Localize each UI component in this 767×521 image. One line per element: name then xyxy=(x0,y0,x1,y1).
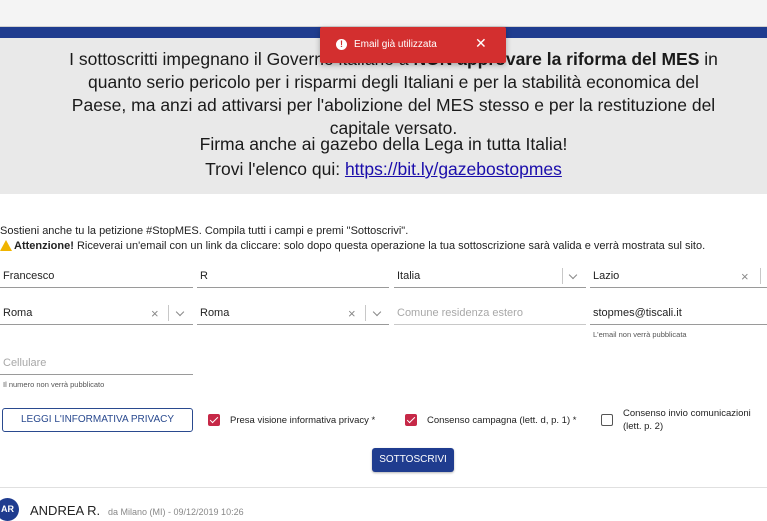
top-bar xyxy=(0,0,767,27)
phone-field[interactable]: Cellulare xyxy=(0,353,193,375)
clear-icon[interactable]: × xyxy=(741,269,749,284)
chevron-down-icon[interactable] xyxy=(175,307,185,317)
warning-icon xyxy=(0,240,12,251)
avatar: AR xyxy=(0,498,19,521)
region-select[interactable]: Lazio × xyxy=(590,266,767,288)
form-intro: Sostieni anche tu la petizione #StopMES.… xyxy=(0,225,409,237)
last-name-field[interactable]: R xyxy=(197,266,389,288)
campaign-consent-label: Consenso campagna (lett. d, p. 1) * xyxy=(427,415,577,426)
email-hint: L'email non verrà pubblicata xyxy=(593,330,687,339)
toast-message: Email già utilizzata xyxy=(354,39,437,50)
signer-meta: da Milano (MI) - 09/12/2019 10:26 xyxy=(108,507,244,517)
gazebo-list: Trovi l'elenco qui: https://bit.ly/gazeb… xyxy=(205,159,562,179)
close-icon[interactable]: ✕ xyxy=(475,36,487,50)
email-field[interactable]: stopmes@tiscali.it xyxy=(590,303,767,325)
divider xyxy=(0,487,767,488)
communications-consent-label: Consenso invio comunicazioni (lett. p. 2… xyxy=(623,408,751,432)
form-warning: Attenzione! Riceverai un'email con un li… xyxy=(0,240,705,252)
clear-icon[interactable]: × xyxy=(348,306,356,321)
city-select[interactable]: Roma × xyxy=(197,303,389,325)
clear-icon[interactable]: × xyxy=(151,306,159,321)
privacy-consent-label: Presa visione informativa privacy * xyxy=(230,415,376,426)
chevron-down-icon[interactable] xyxy=(372,307,382,317)
first-name-field[interactable]: Francesco xyxy=(0,266,193,288)
phone-hint: Il numero non verrà pubblicato xyxy=(3,380,105,389)
privacy-consent-checkbox[interactable] xyxy=(208,414,220,426)
select-separator xyxy=(760,268,761,284)
error-toast: ! Email già utilizzata ✕ xyxy=(320,27,506,63)
select-separator xyxy=(562,268,563,284)
chevron-down-icon[interactable] xyxy=(568,270,578,280)
gazebo-text: Firma anche ai gazebo della Lega in tutt… xyxy=(199,134,568,154)
province-select[interactable]: Roma × xyxy=(0,303,193,325)
foreign-city-field[interactable]: Comune residenza estero xyxy=(394,303,586,325)
select-separator xyxy=(168,305,169,321)
submit-button[interactable]: SOTTOSCRIVI xyxy=(372,448,454,472)
alert-circle-icon: ! xyxy=(336,39,347,50)
country-select[interactable]: Italia xyxy=(394,266,586,288)
privacy-policy-button[interactable]: LEGGI L'INFORMATIVA PRIVACY xyxy=(2,408,193,432)
select-separator xyxy=(365,305,366,321)
communications-consent-checkbox[interactable] xyxy=(601,414,613,426)
campaign-consent-checkbox[interactable] xyxy=(405,414,417,426)
gazebo-link[interactable]: https://bit.ly/gazebostopmes xyxy=(345,159,562,179)
